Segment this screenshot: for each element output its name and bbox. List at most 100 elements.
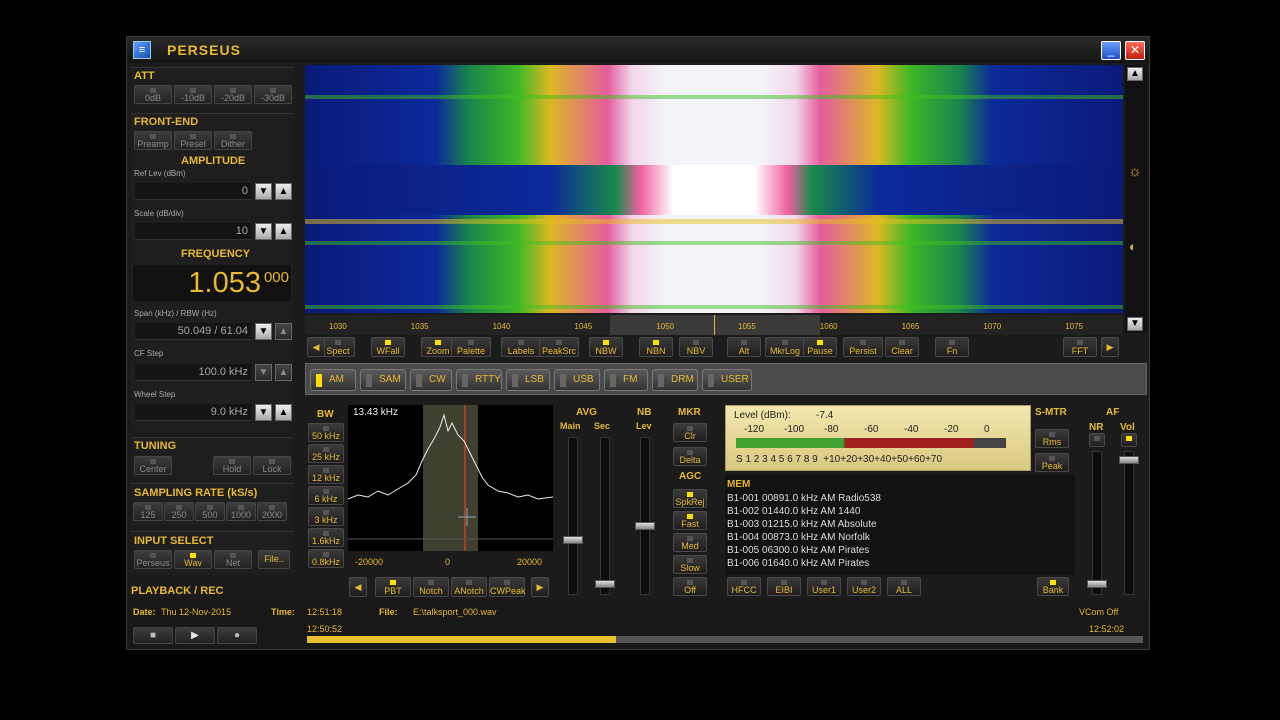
preamp-button[interactable]: Preamp	[134, 131, 172, 150]
volume-knob[interactable]	[1119, 456, 1139, 464]
scale-down-button[interactable]: ▼	[255, 223, 272, 240]
smtr-rms-button[interactable]: Rms	[1035, 429, 1069, 448]
record-button[interactable]: ●	[217, 627, 257, 644]
bank-button[interactable]: Bank	[1037, 577, 1069, 596]
bw-25-khz-button[interactable]: 25 kHz	[308, 444, 344, 463]
bw-6-khz-button[interactable]: 6 kHz	[308, 486, 344, 505]
agc-fast-button[interactable]: Fast	[673, 511, 707, 530]
waterfall-scrollbar[interactable]: ▲ ☼ ◐ ▼	[1125, 65, 1147, 333]
ref-level-field[interactable]: 0	[135, 183, 251, 200]
display-next-button[interactable]: ▶	[1101, 337, 1119, 357]
waterfall-display[interactable]	[305, 65, 1123, 313]
input-wav-button[interactable]: Wav	[174, 550, 212, 569]
memory-row[interactable]: B1-002 01440.0 kHz AM 1440	[727, 506, 860, 517]
nbv-button[interactable]: NBV	[679, 337, 713, 357]
memory-row[interactable]: B1-006 01640.0 kHz AM Pirates	[727, 558, 869, 569]
mode-user-button[interactable]: USER	[702, 369, 752, 391]
notch-button[interactable]: Notch	[413, 577, 449, 597]
cf-step-down-button[interactable]: ▼	[255, 364, 272, 381]
span-down-button[interactable]: ▼	[255, 323, 272, 340]
labels-button[interactable]: Labels	[501, 337, 541, 357]
rate-500-button[interactable]: 500	[195, 502, 225, 521]
mode-drm-button[interactable]: DRM	[652, 369, 698, 391]
mkr-clr-button[interactable]: Clr	[673, 423, 707, 442]
nr-knob[interactable]	[1087, 580, 1107, 588]
memory-row[interactable]: B1-003 01215.0 kHz AM Absolute	[727, 519, 877, 530]
contrast-icon[interactable]: ◐	[1129, 239, 1137, 254]
frequency-display[interactable]: 1.053 000	[133, 265, 291, 301]
scroll-down-button[interactable]: ▼	[1127, 317, 1143, 331]
avg-sec-knob[interactable]	[595, 580, 615, 588]
span-up-button[interactable]: ▲	[275, 323, 292, 340]
smtr-peak-button[interactable]: Peak	[1035, 453, 1069, 472]
nbw-button[interactable]: NBW	[589, 337, 623, 357]
memory-row[interactable]: B1-005 06300.0 kHz AM Pirates	[727, 545, 869, 556]
ref-level-down-button[interactable]: ▼	[255, 183, 272, 200]
mode-cw-button[interactable]: CW	[410, 369, 452, 391]
fft-button[interactable]: FFT	[1063, 337, 1097, 357]
input-perseus-button[interactable]: Perseus	[134, 550, 172, 569]
att-20db-button[interactable]: -20dB	[214, 85, 252, 104]
nb-level-knob[interactable]	[635, 522, 655, 530]
bw-1-6khz-button[interactable]: 1.6kHz	[308, 528, 344, 547]
bw-3-khz-button[interactable]: 3 kHz	[308, 507, 344, 526]
file-button[interactable]: File..	[258, 550, 290, 569]
nb-level-slider[interactable]	[635, 437, 655, 595]
nr-slider[interactable]	[1087, 451, 1107, 595]
close-button[interactable]: ✕	[1125, 41, 1145, 60]
volume-slider[interactable]	[1119, 451, 1139, 595]
agc-slow-button[interactable]: Slow	[673, 555, 707, 574]
peaksrc-button[interactable]: PeakSrc	[539, 337, 579, 357]
mode-lsb-button[interactable]: LSB	[506, 369, 550, 391]
nbn-button[interactable]: NBN	[639, 337, 673, 357]
minimize-button[interactable]: _	[1101, 41, 1121, 60]
presel-button[interactable]: Presel	[174, 131, 212, 150]
mem-hfcc-button[interactable]: HFCC	[727, 577, 761, 596]
brightness-icon[interactable]: ☼	[1128, 163, 1142, 180]
cwpeak-button[interactable]: CWPeak	[489, 577, 526, 597]
frequency-scale[interactable]: 1030 1035 1040 1045 1050 1055 1060 1065 1070 1075	[305, 315, 1123, 335]
mem-user1-button[interactable]: User1	[807, 577, 841, 596]
clear-button[interactable]: Clear	[885, 337, 919, 357]
avg-sec-slider[interactable]	[595, 437, 615, 595]
mem-eibi-button[interactable]: EIBI	[767, 577, 801, 596]
display-prev-button[interactable]: ◀	[307, 337, 325, 357]
anotch-button[interactable]: ANotch	[451, 577, 487, 597]
dither-button[interactable]: Dither	[214, 131, 252, 150]
filter-next-button[interactable]: ▶	[531, 577, 549, 597]
cf-step-up-button[interactable]: ▲	[275, 364, 292, 381]
mode-am-button[interactable]: AM	[310, 369, 356, 391]
vol-toggle[interactable]	[1121, 433, 1137, 447]
att-10db-button[interactable]: -10dB	[174, 85, 212, 104]
agc-off-button[interactable]: Off	[673, 577, 707, 596]
filter-spectrum[interactable]	[348, 405, 553, 551]
ref-level-up-button[interactable]: ▲	[275, 183, 292, 200]
att-0db-button[interactable]: 0dB	[134, 85, 172, 104]
mode-sam-button[interactable]: SAM	[360, 369, 406, 391]
input-net-button[interactable]: Net	[214, 550, 252, 569]
rate-125-button[interactable]: 125	[133, 502, 163, 521]
mode-usb-button[interactable]: USB	[554, 369, 600, 391]
hold-button[interactable]: Hold	[213, 456, 251, 475]
pbt-button[interactable]: PBT	[375, 577, 411, 597]
memory-row[interactable]: B1-004 00873.0 kHz AM Norfolk	[727, 532, 870, 543]
rate-1000-button[interactable]: 1000	[226, 502, 256, 521]
mem-all-button[interactable]: ALL	[887, 577, 921, 596]
play-button[interactable]: ▶	[175, 627, 215, 644]
nr-toggle[interactable]	[1089, 433, 1105, 447]
persist-button[interactable]: Persist	[843, 337, 883, 357]
cf-step-field[interactable]: 100.0 kHz	[135, 364, 251, 381]
mkr-delta-button[interactable]: Delta	[673, 447, 707, 466]
wheel-step-down-button[interactable]: ▼	[255, 404, 272, 421]
att-30db-button[interactable]: -30dB	[254, 85, 292, 104]
mem-user2-button[interactable]: User2	[847, 577, 881, 596]
filter-prev-button[interactable]: ◀	[349, 577, 367, 597]
center-button[interactable]: Center	[134, 456, 172, 475]
span-field[interactable]: 50.049 / 61.04	[135, 323, 251, 340]
avg-main-knob[interactable]	[563, 536, 583, 544]
scroll-up-button[interactable]: ▲	[1127, 67, 1143, 81]
zoom-button[interactable]: Zoom	[421, 337, 455, 357]
bw-50-khz-button[interactable]: 50 kHz	[308, 423, 344, 442]
bw-0-8khz-button[interactable]: 0.8kHz	[308, 549, 344, 568]
lock-button[interactable]: Lock	[253, 456, 291, 475]
